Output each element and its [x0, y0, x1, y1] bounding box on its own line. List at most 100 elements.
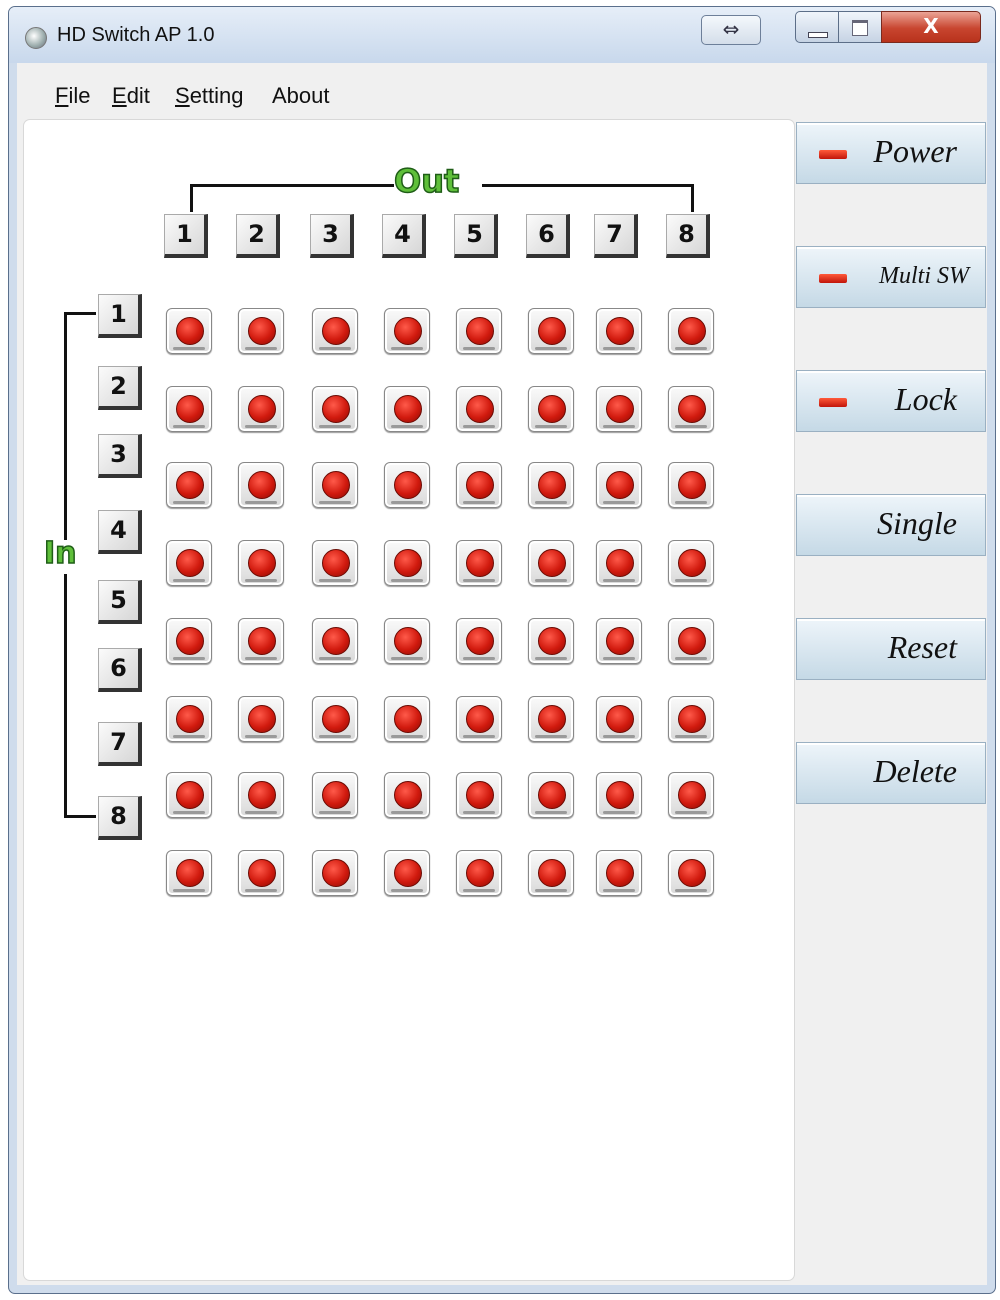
matrix-button-r8-c6[interactable] — [528, 850, 574, 896]
matrix-button-r1-c3[interactable] — [312, 308, 358, 354]
matrix-button-r6-c2[interactable] — [238, 696, 284, 742]
matrix-button-r8-c4[interactable] — [384, 850, 430, 896]
matrix-button-r7-c7[interactable] — [596, 772, 642, 818]
matrix-button-r5-c2[interactable] — [238, 618, 284, 664]
window-title: HD Switch AP 1.0 — [57, 24, 215, 46]
matrix-button-r4-c8[interactable] — [668, 540, 714, 586]
matrix-button-r5-c5[interactable] — [456, 618, 502, 664]
matrix-button-r2-c5[interactable] — [456, 386, 502, 432]
matrix-button-r7-c2[interactable] — [238, 772, 284, 818]
matrix-button-r7-c1[interactable] — [166, 772, 212, 818]
matrix-button-r8-c8[interactable] — [668, 850, 714, 896]
matrix-button-r4-c7[interactable] — [596, 540, 642, 586]
matrix-button-r8-c2[interactable] — [238, 850, 284, 896]
single-button[interactable]: Single — [796, 494, 986, 556]
minimize-button[interactable] — [795, 11, 839, 43]
matrix-button-r2-c8[interactable] — [668, 386, 714, 432]
matrix-button-r5-c7[interactable] — [596, 618, 642, 664]
matrix-button-r6-c8[interactable] — [668, 696, 714, 742]
matrix-button-r4-c1[interactable] — [166, 540, 212, 586]
output-header-8[interactable]: 8 — [666, 214, 710, 258]
input-header-5[interactable]: 5 — [98, 580, 142, 624]
matrix-button-r2-c2[interactable] — [238, 386, 284, 432]
matrix-button-r7-c4[interactable] — [384, 772, 430, 818]
matrix-button-r1-c8[interactable] — [668, 308, 714, 354]
maximize-icon — [852, 20, 868, 36]
reset-button[interactable]: Reset — [796, 618, 986, 680]
multi-sw-button[interactable]: Multi SW — [796, 246, 986, 308]
matrix-button-r2-c1[interactable] — [166, 386, 212, 432]
matrix-button-r2-c6[interactable] — [528, 386, 574, 432]
matrix-button-r3-c7[interactable] — [596, 462, 642, 508]
input-header-7[interactable]: 7 — [98, 722, 142, 766]
menu-edit[interactable]: Edit — [112, 83, 150, 109]
matrix-button-r4-c6[interactable] — [528, 540, 574, 586]
matrix-button-r1-c5[interactable] — [456, 308, 502, 354]
matrix-button-r3-c8[interactable] — [668, 462, 714, 508]
red-led-icon — [322, 781, 350, 809]
input-header-3[interactable]: 3 — [98, 434, 142, 478]
output-header-5[interactable]: 5 — [454, 214, 498, 258]
matrix-button-r8-c3[interactable] — [312, 850, 358, 896]
matrix-button-r2-c3[interactable] — [312, 386, 358, 432]
matrix-button-r2-c7[interactable] — [596, 386, 642, 432]
red-led-icon — [394, 781, 422, 809]
matrix-button-r6-c7[interactable] — [596, 696, 642, 742]
menu-file[interactable]: File — [55, 83, 90, 109]
matrix-button-r5-c1[interactable] — [166, 618, 212, 664]
matrix-button-r4-c5[interactable] — [456, 540, 502, 586]
matrix-button-r5-c4[interactable] — [384, 618, 430, 664]
button-base — [245, 811, 277, 814]
matrix-button-r8-c7[interactable] — [596, 850, 642, 896]
input-header-6[interactable]: 6 — [98, 648, 142, 692]
matrix-button-r7-c8[interactable] — [668, 772, 714, 818]
matrix-button-r4-c2[interactable] — [238, 540, 284, 586]
matrix-button-r3-c6[interactable] — [528, 462, 574, 508]
input-header-1[interactable]: 1 — [98, 294, 142, 338]
matrix-button-r5-c3[interactable] — [312, 618, 358, 664]
matrix-button-r3-c5[interactable] — [456, 462, 502, 508]
matrix-button-r4-c4[interactable] — [384, 540, 430, 586]
delete-button[interactable]: Delete — [796, 742, 986, 804]
input-header-8[interactable]: 8 — [98, 796, 142, 840]
matrix-button-r6-c1[interactable] — [166, 696, 212, 742]
matrix-button-r7-c3[interactable] — [312, 772, 358, 818]
output-header-1[interactable]: 1 — [164, 214, 208, 258]
matrix-button-r1-c2[interactable] — [238, 308, 284, 354]
matrix-button-r2-c4[interactable] — [384, 386, 430, 432]
matrix-button-r6-c5[interactable] — [456, 696, 502, 742]
matrix-button-r6-c3[interactable] — [312, 696, 358, 742]
matrix-button-r5-c6[interactable] — [528, 618, 574, 664]
input-header-4[interactable]: 4 — [98, 510, 142, 554]
matrix-button-r1-c7[interactable] — [596, 308, 642, 354]
matrix-button-r8-c5[interactable] — [456, 850, 502, 896]
matrix-button-r5-c8[interactable] — [668, 618, 714, 664]
output-header-4[interactable]: 4 — [382, 214, 426, 258]
menu-about[interactable]: About — [272, 83, 330, 109]
matrix-button-r1-c6[interactable] — [528, 308, 574, 354]
matrix-button-r1-c1[interactable] — [166, 308, 212, 354]
matrix-button-r1-c4[interactable] — [384, 308, 430, 354]
matrix-button-r3-c1[interactable] — [166, 462, 212, 508]
input-header-2[interactable]: 2 — [98, 366, 142, 410]
close-button[interactable]: X — [881, 11, 981, 43]
output-header-2[interactable]: 2 — [236, 214, 280, 258]
output-header-6[interactable]: 6 — [526, 214, 570, 258]
power-button[interactable]: Power — [796, 122, 986, 184]
maximize-button[interactable] — [838, 11, 882, 43]
dock-toggle-button[interactable]: ⇔ — [701, 15, 761, 45]
matrix-button-r4-c3[interactable] — [312, 540, 358, 586]
lock-button[interactable]: Lock — [796, 370, 986, 432]
matrix-button-r3-c2[interactable] — [238, 462, 284, 508]
output-header-7[interactable]: 7 — [594, 214, 638, 258]
matrix-button-r6-c4[interactable] — [384, 696, 430, 742]
output-header-3[interactable]: 3 — [310, 214, 354, 258]
matrix-button-r6-c6[interactable] — [528, 696, 574, 742]
matrix-button-r7-c5[interactable] — [456, 772, 502, 818]
matrix-button-r7-c6[interactable] — [528, 772, 574, 818]
matrix-button-r3-c3[interactable] — [312, 462, 358, 508]
button-base — [675, 811, 707, 814]
matrix-button-r8-c1[interactable] — [166, 850, 212, 896]
matrix-button-r3-c4[interactable] — [384, 462, 430, 508]
menu-setting[interactable]: Setting — [175, 83, 244, 109]
